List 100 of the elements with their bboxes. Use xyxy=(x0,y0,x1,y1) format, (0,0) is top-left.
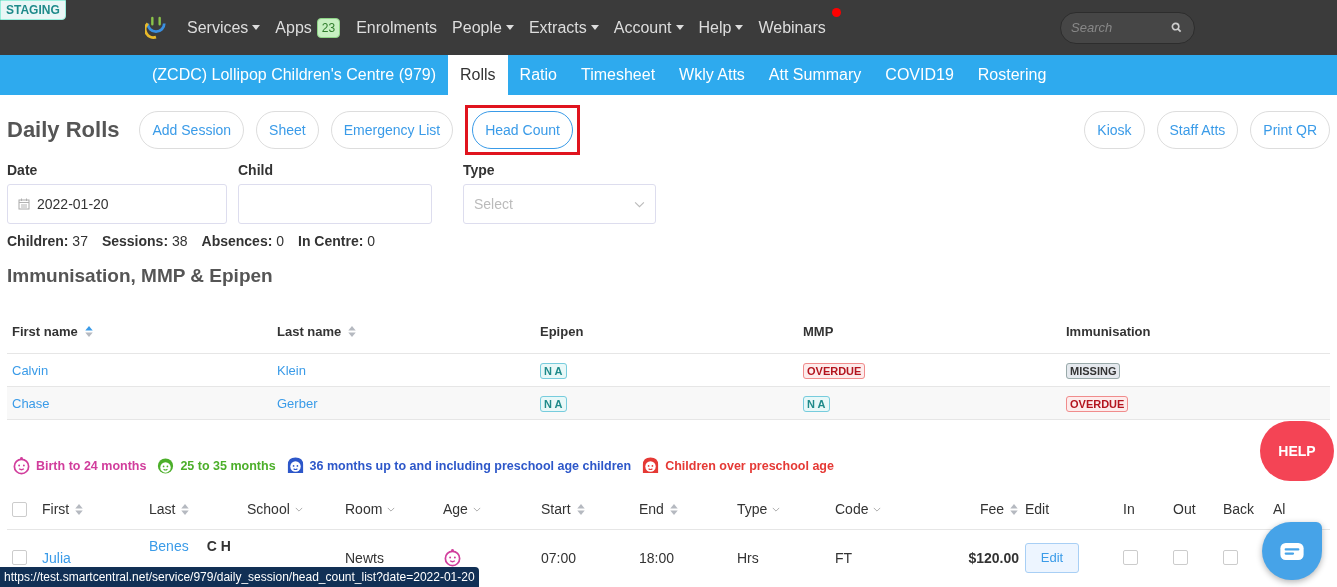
column-header: MMP xyxy=(803,323,834,339)
nav-tab[interactable]: Rolls xyxy=(448,55,508,95)
stat-text: Absences: 0 xyxy=(201,233,285,249)
sort-icon[interactable] xyxy=(180,502,191,516)
status-bar-url: https://test.smartcentral.net/service/979/daily_session/head_count_list?date=2022-01-20 xyxy=(0,567,479,587)
search-field[interactable]: Search xyxy=(1060,11,1195,44)
column-header[interactable]: Fee xyxy=(979,501,1004,517)
caret-icon[interactable] xyxy=(675,25,684,30)
nav-menu-item[interactable]: Apps xyxy=(275,18,312,37)
name-link[interactable]: Julia xyxy=(42,549,71,566)
girl-face-icon xyxy=(285,456,305,475)
status-badge: N A xyxy=(803,395,830,412)
column-header[interactable]: End xyxy=(639,501,664,517)
child-tag: C H xyxy=(206,538,231,554)
name-link[interactable]: Chase xyxy=(12,395,50,411)
nav-tab[interactable]: Wkly Atts xyxy=(667,55,757,95)
caret-icon[interactable] xyxy=(590,25,599,30)
column-header: Edit xyxy=(1025,501,1050,517)
action-button[interactable]: Print QR xyxy=(1250,111,1330,149)
column-header[interactable]: Code xyxy=(835,501,869,517)
nav-menu-item[interactable]: People xyxy=(452,18,502,37)
in-checkbox[interactable] xyxy=(1123,550,1138,565)
sort-icon[interactable] xyxy=(83,324,94,338)
legend-label: Children over preschool age xyxy=(665,458,834,473)
nav-menu-item[interactable]: Account xyxy=(613,18,672,37)
nav-tab[interactable]: Att Summary xyxy=(756,55,874,95)
chat-button[interactable] xyxy=(1262,522,1322,580)
back-checkbox[interactable] xyxy=(1223,550,1238,565)
page-title: Daily Rolls xyxy=(7,117,120,143)
action-button[interactable]: Kiosk xyxy=(1084,111,1145,149)
chat-icon xyxy=(1279,541,1305,561)
column-header[interactable]: Room xyxy=(345,501,383,517)
nav-menu-item[interactable]: Services xyxy=(187,18,249,37)
name-link[interactable]: Gerber xyxy=(277,395,318,411)
caret-icon[interactable] xyxy=(505,25,514,30)
table-cell-text: 18:00 xyxy=(639,549,676,566)
legend-label: Birth to 24 months xyxy=(36,458,147,473)
chevron-down-icon[interactable] xyxy=(772,506,781,512)
status-badge: OVERDUE xyxy=(803,362,866,379)
staging-badge: STAGING xyxy=(0,0,66,20)
nav-tab[interactable]: COVID19 xyxy=(873,55,966,95)
column-header[interactable]: First name xyxy=(12,323,78,339)
name-link[interactable]: Benes xyxy=(149,538,189,554)
nav-tab[interactable]: Rostering xyxy=(965,55,1059,95)
nav-tab[interactable]: Ratio xyxy=(507,55,569,95)
action-button[interactable]: Staff Atts xyxy=(1156,111,1239,149)
date-field[interactable]: 2022-01-20 xyxy=(7,184,227,224)
out-checkbox[interactable] xyxy=(1173,550,1188,565)
column-header[interactable]: First xyxy=(42,501,70,517)
nav-menu-item[interactable]: Enrolments xyxy=(356,18,438,37)
column-header[interactable]: Age xyxy=(443,501,468,517)
row-checkbox[interactable] xyxy=(12,550,27,565)
column-header[interactable]: Type xyxy=(737,501,768,517)
stat-text: In Centre: 0 xyxy=(298,233,376,249)
sort-icon[interactable] xyxy=(347,324,358,338)
action-button[interactable]: Emergency List xyxy=(330,111,454,149)
name-link[interactable]: Klein xyxy=(277,362,306,378)
nav-menu-item[interactable]: Extracts xyxy=(528,18,587,37)
status-badge: N A xyxy=(540,395,567,412)
column-header: Al xyxy=(1273,501,1286,517)
chevron-down-icon[interactable] xyxy=(294,506,303,512)
nav-tab[interactable]: Timesheet xyxy=(568,55,668,95)
caret-icon[interactable] xyxy=(735,25,744,30)
type-select[interactable]: Select xyxy=(463,184,656,224)
legend-label: 25 to 35 months xyxy=(180,458,276,473)
nav-menu-item[interactable]: Help xyxy=(698,18,732,37)
sort-icon[interactable] xyxy=(1009,502,1019,516)
field-label: Date xyxy=(7,162,39,178)
select-all-checkbox[interactable] xyxy=(12,501,27,517)
sort-icon[interactable] xyxy=(668,502,679,516)
logo-icon[interactable] xyxy=(145,15,167,40)
action-button[interactable]: Head Count xyxy=(472,111,573,149)
fee-cell: $120.00 xyxy=(968,549,1019,566)
girl-face-icon xyxy=(641,456,661,475)
table-cell-text: 07:00 xyxy=(541,549,578,566)
field-label: Child xyxy=(238,162,274,178)
action-button[interactable]: Sheet xyxy=(256,111,319,149)
name-link[interactable]: Calvin xyxy=(12,362,49,378)
column-header[interactable]: Start xyxy=(541,501,571,517)
column-header[interactable]: Last name xyxy=(277,323,342,339)
edit-button[interactable]: Edit xyxy=(1025,542,1079,573)
column-header[interactable]: Last xyxy=(149,501,176,517)
search-icon[interactable] xyxy=(1171,21,1182,33)
child-field[interactable] xyxy=(238,184,432,224)
centre-name[interactable]: (ZCDC) Lollipop Children's Centre (979) xyxy=(140,55,449,95)
chevron-down-icon[interactable] xyxy=(387,506,396,512)
caret-icon[interactable] xyxy=(252,25,261,30)
count-badge: 23 xyxy=(316,17,341,38)
calendar-icon xyxy=(18,198,30,210)
nav-menu-item[interactable]: Webinars xyxy=(758,18,826,37)
chevron-down-icon[interactable] xyxy=(873,506,882,512)
action-button[interactable]: Add Session xyxy=(139,111,245,149)
boy-face-icon xyxy=(156,456,176,475)
sort-icon[interactable] xyxy=(74,502,85,516)
chevron-down-icon[interactable] xyxy=(472,506,481,512)
help-button[interactable]: HELP xyxy=(1260,421,1334,481)
sort-icon[interactable] xyxy=(575,502,586,516)
table-cell-text: FT xyxy=(835,549,854,566)
baby-face-icon xyxy=(12,456,31,475)
column-header[interactable]: School xyxy=(247,501,290,517)
